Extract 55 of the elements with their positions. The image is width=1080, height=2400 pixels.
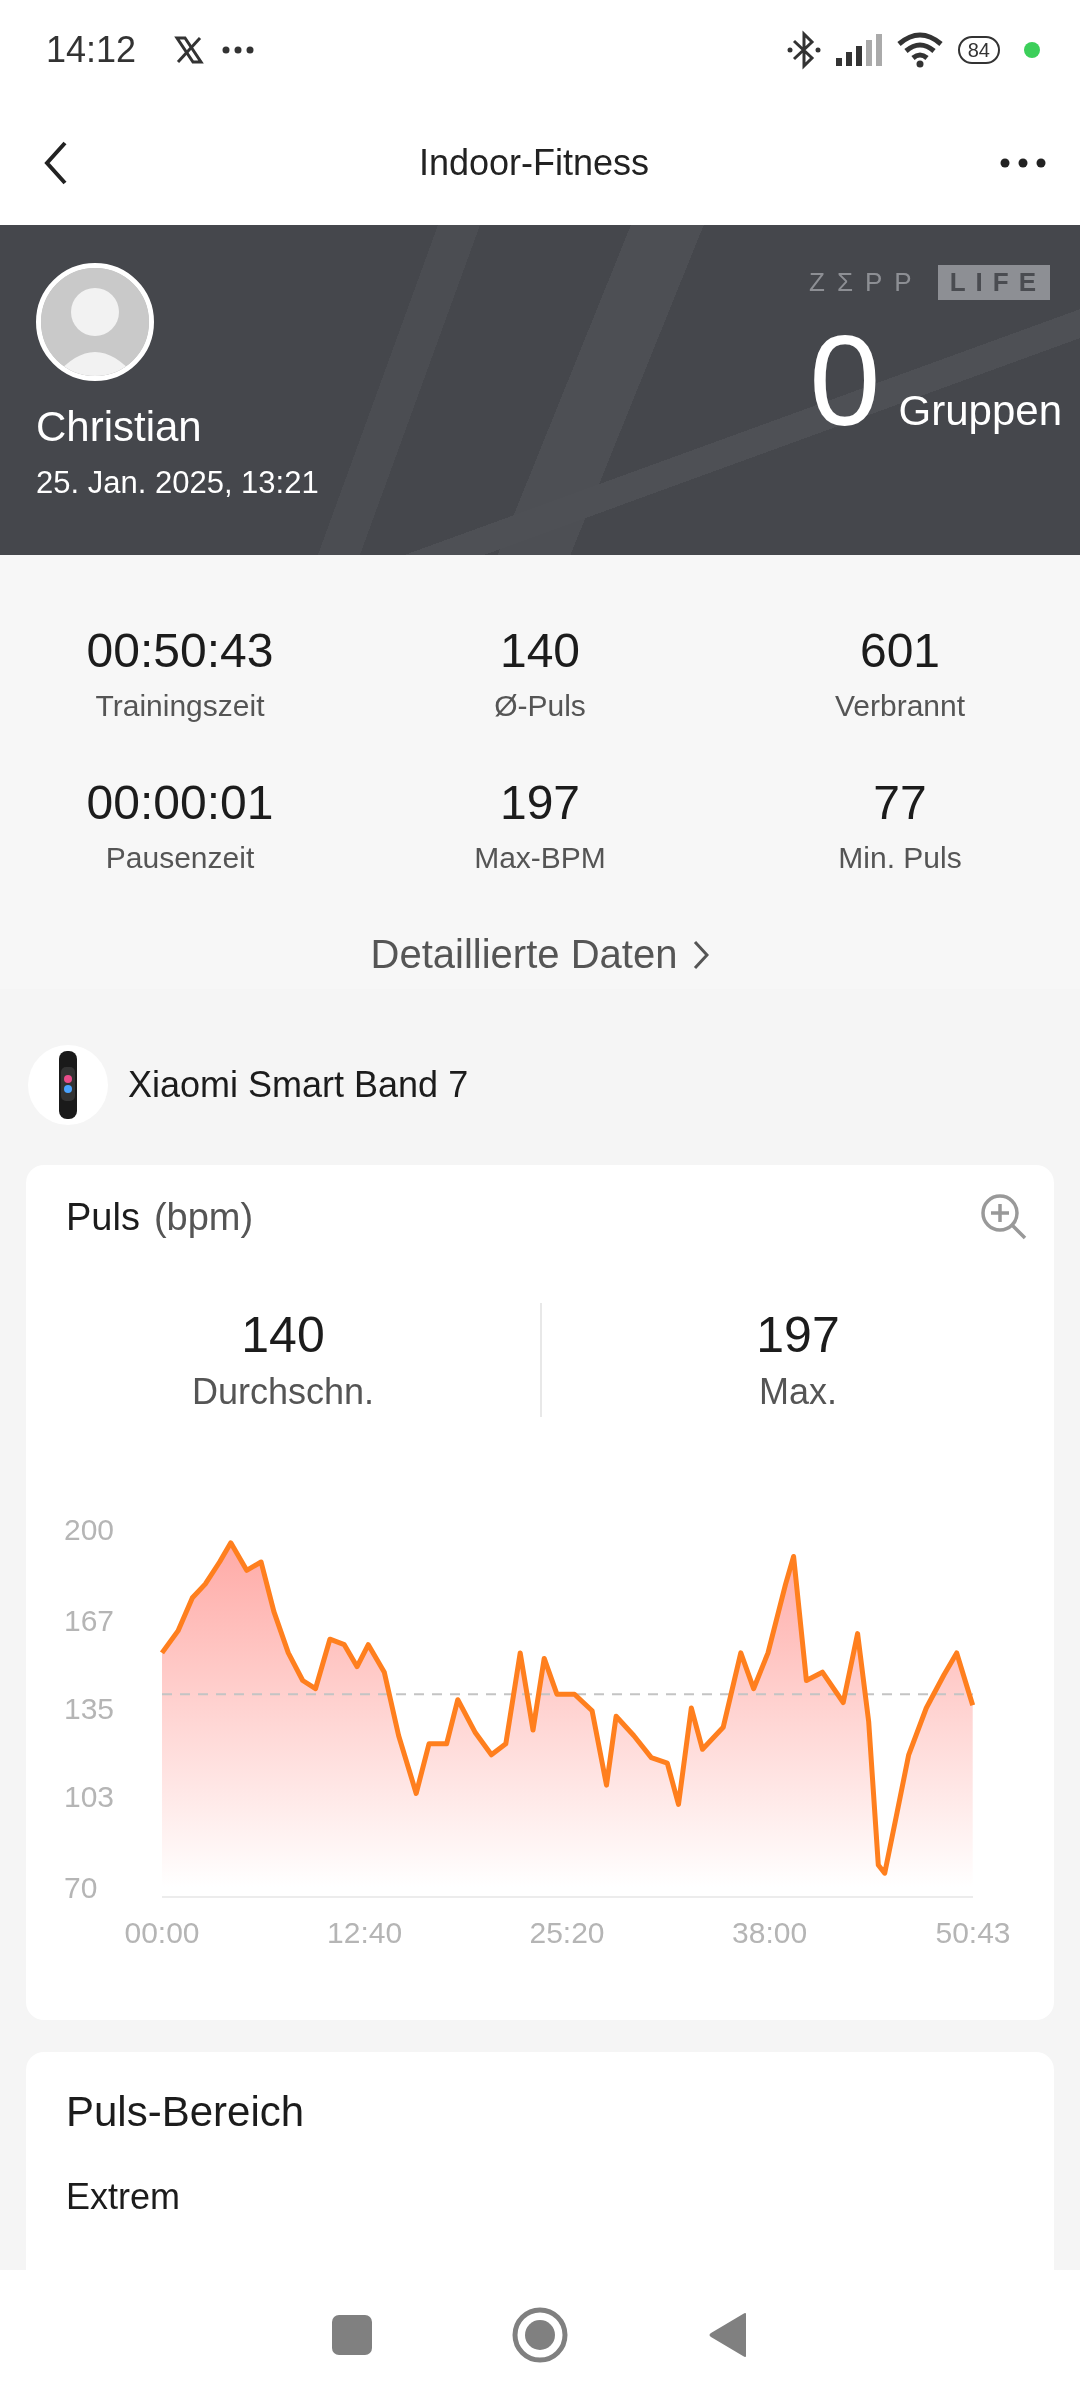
axis-label: 200	[64, 1513, 115, 1546]
stat-value: 601	[859, 623, 941, 679]
card-title: Puls-Bereich	[66, 2088, 306, 2136]
page-title: Indoor-Fitness	[418, 141, 650, 184]
zone-name: Extrem	[66, 2176, 181, 2218]
more-icon	[222, 46, 255, 54]
battery-level: 84	[957, 36, 1000, 64]
axis-label: 103	[64, 1780, 115, 1814]
group-count: 0	[809, 308, 881, 454]
axis-label: 00:00	[124, 1916, 200, 1949]
home-button[interactable]	[512, 2307, 568, 2363]
unit-label: (bpm)	[153, 1195, 254, 1238]
device-name: Xiaomi Smart Band 7	[128, 1064, 469, 1106]
stat-value: 00:50:43	[86, 623, 274, 679]
workout-date: 25. Jan. 2025, 13:21	[36, 465, 319, 501]
axis-label: 167	[64, 1603, 115, 1637]
stat-value: 00:00:01	[86, 775, 274, 831]
stat-value: 140	[499, 623, 581, 679]
axis-label: 38:00	[732, 1916, 808, 1949]
axis-label: 50:43	[935, 1916, 1011, 1949]
zoom-in-icon[interactable]	[980, 1193, 1028, 1241]
summary-value: 197	[756, 1306, 840, 1365]
summary-label: Max.	[759, 1370, 837, 1414]
logo-badge: LIFE	[937, 265, 1050, 300]
stat-label: Verbrannt	[834, 688, 966, 724]
axis-label: 25:20	[529, 1916, 605, 1949]
group-label: Gruppen	[898, 387, 1062, 435]
stat-value: 77	[873, 775, 927, 831]
stat-label: Trainingszeit	[95, 688, 265, 724]
chevron-right-icon	[693, 939, 710, 970]
stat-value: 197	[499, 775, 581, 831]
more-icon[interactable]	[1000, 157, 1046, 168]
fitness-band-icon	[28, 1045, 108, 1125]
signal-icon	[835, 34, 882, 66]
axis-label: 12:40	[327, 1916, 403, 1949]
wifi-icon	[895, 32, 944, 68]
card-title: Puls	[66, 1195, 140, 1238]
bluetooth-icon	[785, 30, 822, 70]
user-name: Christian	[36, 403, 203, 451]
recent-apps-button[interactable]	[332, 2315, 372, 2355]
x-logo-icon	[174, 35, 205, 65]
stat-label: Pausenzeit	[105, 840, 255, 876]
logo-text: ZΣPP	[809, 267, 924, 298]
nav-back-button[interactable]	[708, 2312, 748, 2358]
back-icon[interactable]	[44, 140, 68, 185]
details-link[interactable]: Detaillierte Daten	[370, 932, 710, 977]
axis-label: 135	[64, 1692, 115, 1725]
summary-label: Durchschn.	[191, 1370, 375, 1414]
axis-label: 70	[64, 1871, 98, 1904]
summary-value: 140	[241, 1306, 325, 1365]
stat-label: Max-BPM	[474, 840, 606, 876]
stat-label: Ø-Puls	[494, 688, 586, 724]
stat-label: Min. Puls	[838, 840, 962, 876]
clock-time: 14:12	[46, 29, 137, 71]
privacy-dot-icon	[1024, 42, 1040, 58]
